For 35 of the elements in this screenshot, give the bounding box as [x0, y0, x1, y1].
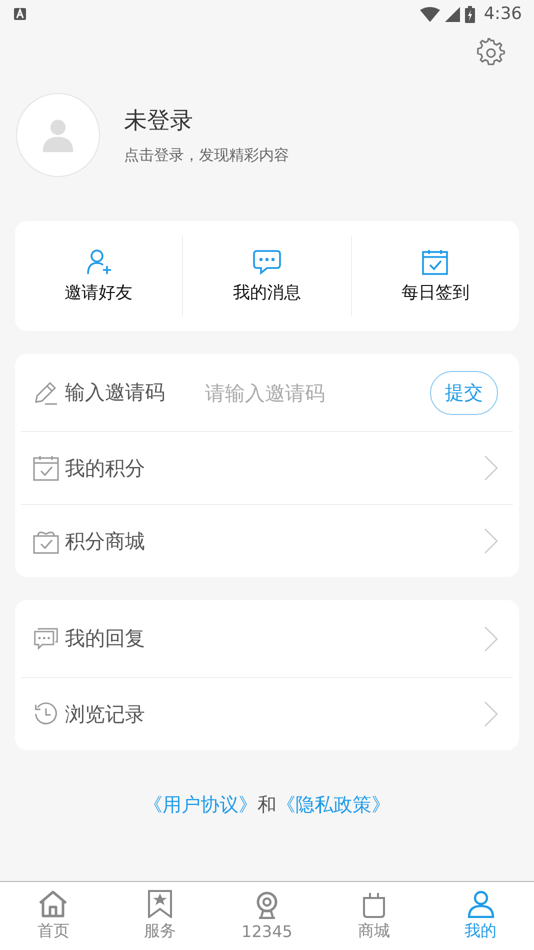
- menu-item[interactable]: 积分商城: [65, 528, 145, 554]
- chevron-right-icon: [484, 528, 498, 554]
- battery-icon: [464, 6, 475, 22]
- menu-item[interactable]: 浏览记录: [65, 700, 145, 728]
- invite-code-label: 输入邀请码: [65, 379, 165, 406]
- signal-icon: [444, 6, 460, 22]
- menu-item[interactable]: 我的积分: [65, 454, 145, 482]
- quick-action-label[interactable]: 邀请好友: [64, 280, 133, 304]
- nav-tab[interactable]: 12345: [214, 882, 320, 950]
- user-icon: [466, 890, 496, 918]
- nav-tab[interactable]: 首页: [0, 882, 107, 950]
- user-name[interactable]: 未登录: [124, 105, 289, 136]
- history-icon: [33, 701, 59, 727]
- nav-tab[interactable]: 服务: [106, 882, 214, 950]
- settings-icon[interactable]: [476, 38, 506, 68]
- nav-tab[interactable]: 商城: [320, 882, 428, 950]
- chevron-right-icon: [484, 455, 498, 481]
- invite-code-field[interactable]: 请输入邀请码: [203, 380, 430, 406]
- clock: 4:36: [484, 4, 522, 24]
- login-hint: 点击登录，发现精彩内容: [124, 146, 289, 165]
- footer-text: 和: [258, 793, 276, 818]
- menu-item[interactable]: 我的回复: [65, 625, 145, 652]
- quick-action-label[interactable]: 每日签到: [401, 280, 470, 304]
- notification-icon: [14, 8, 26, 20]
- calendar-check-icon[interactable]: [421, 248, 450, 274]
- add-user-icon[interactable]: [84, 248, 113, 274]
- home-icon: [38, 890, 68, 918]
- chevron-right-icon: [484, 626, 498, 652]
- chat-bubbles-icon: [33, 626, 59, 652]
- chat-icon[interactable]: [252, 248, 281, 274]
- quick-action-label[interactable]: 我的消息: [232, 280, 301, 304]
- calendar-check-icon: [33, 455, 59, 481]
- chevron-right-icon: [484, 701, 498, 727]
- wifi-icon: [420, 6, 440, 22]
- pencil-icon: [33, 380, 59, 406]
